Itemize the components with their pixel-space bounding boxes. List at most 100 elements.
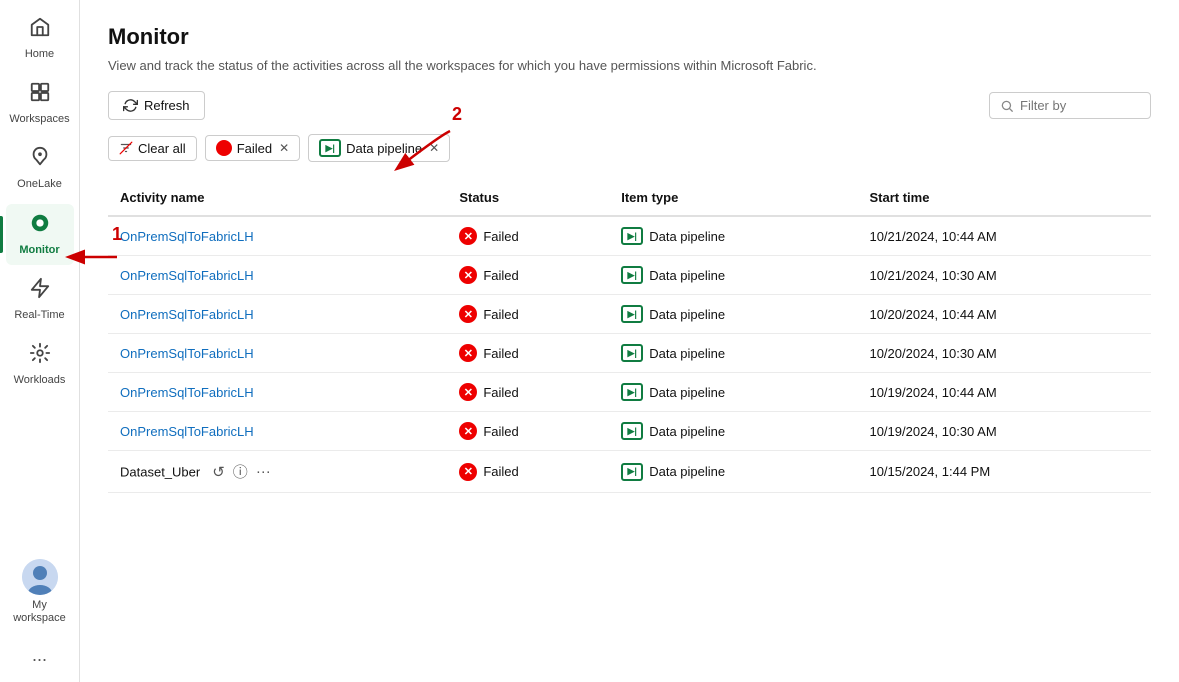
info-icon[interactable]: ⓘ [233,461,248,482]
status-text: Failed [483,464,518,479]
pipeline-type-icon: ▶| [621,266,643,284]
cell-status: ✕ Failed [447,216,609,256]
monitor-table: Activity name Status Item type Start tim… [108,180,1151,493]
cell-activity-name[interactable]: OnPremSqlToFabricLH [108,334,447,373]
col-header-start-time: Start time [857,180,1151,216]
fail-status-icon: ✕ [459,227,477,245]
failed-filter-chip[interactable]: ✕ Failed ✕ [205,135,300,161]
cell-start-time: 10/21/2024, 10:44 AM [857,216,1151,256]
item-type-text: Data pipeline [649,385,725,400]
table-row: Dataset_Uber ↺ ⓘ ··· ✕ Failed ▶| Data pi… [108,451,1151,493]
pipeline-filter-chip[interactable]: ▶| Data pipeline ✕ [308,134,450,162]
table-header-row: Activity name Status Item type Start tim… [108,180,1151,216]
col-header-status: Status [447,180,609,216]
more-options[interactable]: ... [32,645,47,666]
cell-status: ✕ Failed [447,256,609,295]
realtime-icon [29,277,51,305]
search-icon [1000,99,1014,113]
table-row: OnPremSqlToFabricLH ✕ Failed ▶| Data pip… [108,373,1151,412]
cell-status: ✕ Failed [447,451,609,493]
sidebar-item-myworkspace-label: My workspace [12,599,68,625]
cell-activity-name[interactable]: OnPremSqlToFabricLH [108,412,447,451]
cell-activity-name[interactable]: Dataset_Uber ↺ ⓘ ··· [108,451,447,493]
table-row: OnPremSqlToFabricLH ✕ Failed ▶| Data pip… [108,295,1151,334]
workloads-icon [29,342,51,370]
cell-start-time: 10/21/2024, 10:30 AM [857,256,1151,295]
pipeline-type-icon: ▶| [621,344,643,362]
sidebar-item-realtime-label: Real-Time [14,309,64,322]
more-dots-label: ... [32,645,47,665]
cell-status: ✕ Failed [447,334,609,373]
sidebar-item-onelake[interactable]: OneLake [6,138,74,199]
sidebar-item-workspaces[interactable]: Workspaces [6,73,74,134]
table-row: OnPremSqlToFabricLH ✕ Failed ▶| Data pip… [108,412,1151,451]
refresh-icon [123,98,138,113]
failed-chip-icon: ✕ [216,140,232,156]
monitor-icon [29,212,51,240]
cell-item-type: ▶| Data pipeline [609,334,857,373]
more-icon[interactable]: ··· [256,463,271,480]
failed-chip-remove[interactable]: ✕ [279,141,289,155]
fail-status-icon: ✕ [459,344,477,362]
cell-item-type: ▶| Data pipeline [609,412,857,451]
cell-item-type: ▶| Data pipeline [609,295,857,334]
item-type-text: Data pipeline [649,346,725,361]
sidebar-item-onelake-label: OneLake [17,178,62,191]
home-icon [29,16,51,44]
table-row: OnPremSqlToFabricLH ✕ Failed ▶| Data pip… [108,216,1151,256]
cell-item-type: ▶| Data pipeline [609,256,857,295]
sidebar-item-monitor-label: Monitor [19,244,59,257]
sidebar-item-workloads[interactable]: Workloads [6,334,74,395]
cell-activity-name[interactable]: OnPremSqlToFabricLH [108,216,447,256]
table-row: OnPremSqlToFabricLH ✕ Failed ▶| Data pip… [108,256,1151,295]
main-content: 1 2 Monitor View and track the status of… [80,0,1179,682]
cell-item-type: ▶| Data pipeline [609,451,857,493]
status-text: Failed [483,346,518,361]
fail-status-icon: ✕ [459,266,477,284]
col-header-activity-name: Activity name [108,180,447,216]
avatar [22,559,58,595]
filter-row: Clear all ✕ Failed ✕ ▶| Data pipeline ✕ [108,134,1151,162]
sidebar-item-workspaces-label: Workspaces [9,113,69,126]
pipeline-type-icon: ▶| [621,305,643,323]
fail-status-icon: ✕ [459,463,477,481]
page-title: Monitor [108,24,1151,50]
restore-icon[interactable]: ↺ [212,463,225,481]
cell-start-time: 10/20/2024, 10:44 AM [857,295,1151,334]
pipeline-chip-remove[interactable]: ✕ [429,141,439,155]
pipeline-type-icon: ▶| [621,383,643,401]
page-description: View and track the status of the activit… [108,58,1151,73]
pipeline-type-icon: ▶| [621,422,643,440]
cell-activity-name[interactable]: OnPremSqlToFabricLH [108,373,447,412]
sidebar-item-realtime[interactable]: Real-Time [6,269,74,330]
activity-name-link[interactable]: Dataset_Uber [120,465,200,480]
clear-all-chip[interactable]: Clear all [108,136,197,161]
item-type-text: Data pipeline [649,307,725,322]
pipeline-type-icon: ▶| [621,463,643,481]
col-header-item-type: Item type [609,180,857,216]
cell-activity-name[interactable]: OnPremSqlToFabricLH [108,256,447,295]
item-type-text: Data pipeline [649,464,725,479]
cell-status: ✕ Failed [447,295,609,334]
sidebar-item-workloads-label: Workloads [14,374,66,387]
cell-start-time: 10/19/2024, 10:44 AM [857,373,1151,412]
item-type-text: Data pipeline [649,229,725,244]
sidebar: Home Workspaces OneLake Monitor [0,0,80,682]
cell-status: ✕ Failed [447,373,609,412]
workspaces-icon [29,81,51,109]
fail-status-icon: ✕ [459,383,477,401]
filter-icon [119,141,133,155]
cell-activity-name[interactable]: OnPremSqlToFabricLH [108,295,447,334]
refresh-button[interactable]: Refresh [108,91,205,120]
sidebar-item-monitor[interactable]: Monitor [6,204,74,265]
pipeline-chip-icon: ▶| [319,139,341,157]
sidebar-item-myworkspace[interactable]: My workspace [6,551,74,633]
clear-all-label: Clear all [138,141,186,156]
table-row: OnPremSqlToFabricLH ✕ Failed ▶| Data pip… [108,334,1151,373]
filter-by-input-wrap[interactable] [989,92,1151,119]
status-text: Failed [483,307,518,322]
filter-by-input[interactable] [1020,98,1140,113]
pipeline-type-icon: ▶| [621,227,643,245]
sidebar-item-home[interactable]: Home [6,8,74,69]
status-text: Failed [483,268,518,283]
